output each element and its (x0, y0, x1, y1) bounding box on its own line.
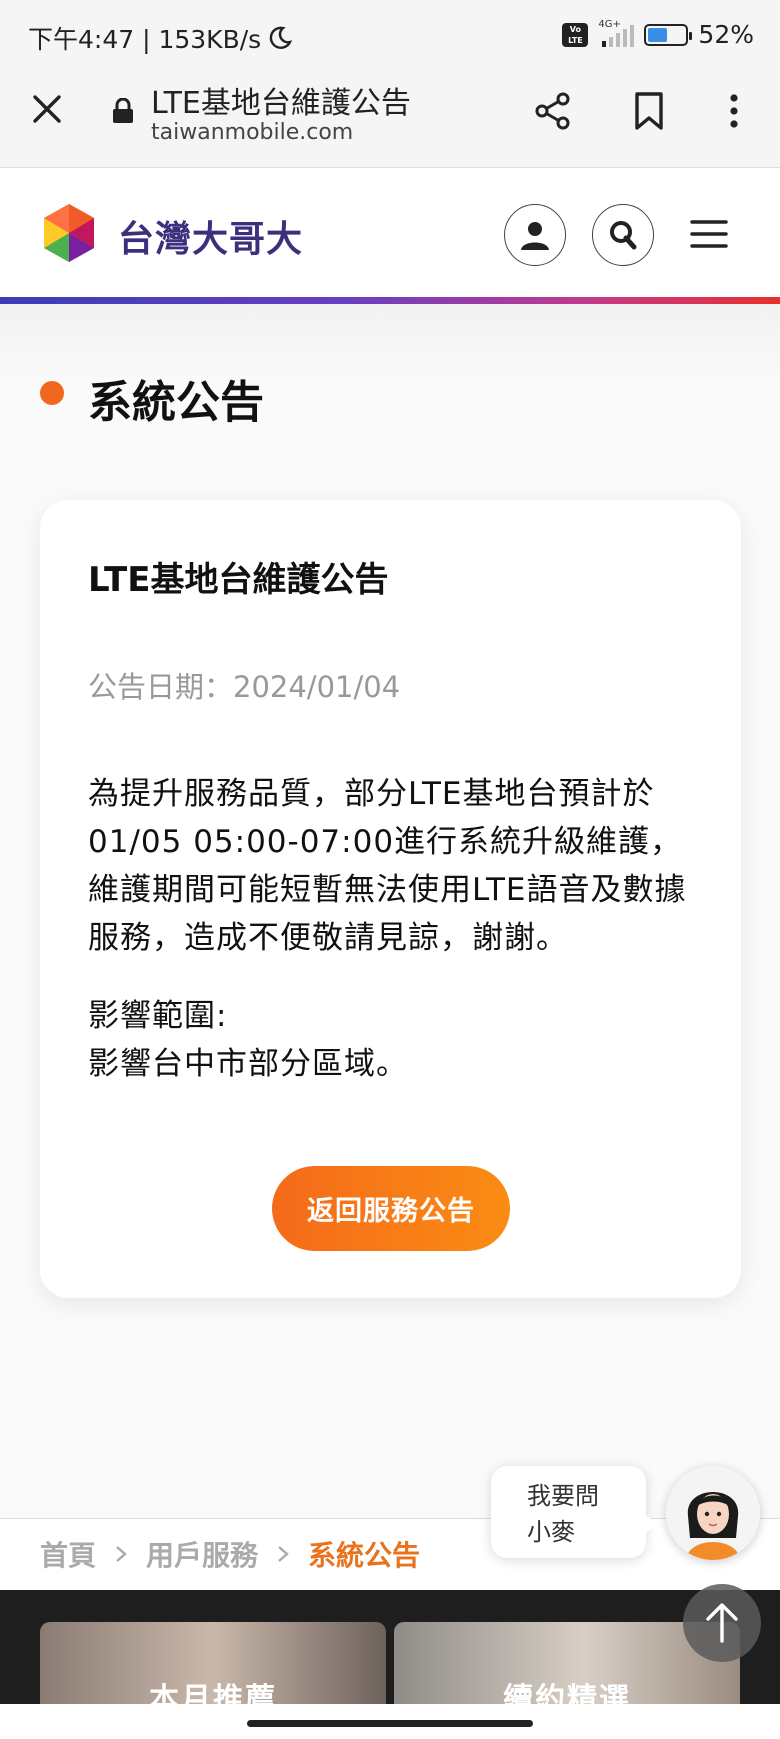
back-to-top-button[interactable] (683, 1584, 761, 1662)
arrow-up-icon (706, 1603, 738, 1643)
chat-prompt-line2: 小麥 (527, 1518, 575, 1546)
browser-page-title[interactable]: LTE基地台維護公告 (151, 78, 411, 122)
battery-fill (648, 27, 668, 42)
browser-url[interactable]: taiwanmobile.com (151, 120, 353, 145)
browser-toolbar: LTE基地台維護公告 taiwanmobile.com (0, 70, 780, 168)
impact-range-text: 影響台中市部分區域。 (88, 1046, 408, 1082)
promo-label-renewal: 續約精選 (503, 1682, 631, 1704)
breadcrumb: 首頁 用戶服務 系統公告 (40, 1534, 420, 1574)
chat-prompt-bubble[interactable]: 我要問 小麥 (491, 1466, 658, 1558)
search-button[interactable] (592, 204, 654, 266)
do-not-disturb-icon (269, 26, 293, 49)
breadcrumb-divider (0, 1518, 780, 1519)
chevron-right-icon (116, 1546, 127, 1562)
section-title: 系統公告 (88, 377, 264, 428)
promo-card-monthly[interactable]: 本月推薦 (40, 1622, 386, 1704)
battery-percent: 52% (698, 20, 754, 49)
announcement-title: LTE基地台維護公告 (88, 560, 389, 600)
share-icon[interactable] (532, 90, 574, 132)
user-button[interactable] (504, 204, 566, 266)
status-right: Vo LTE 4G+ 52% (562, 19, 754, 49)
signal-icon: 4G+ (598, 19, 635, 47)
breadcrumb-current: 系統公告 (308, 1539, 421, 1572)
volte-icon: Vo LTE (562, 22, 589, 47)
breadcrumb-user-services[interactable]: 用戶服務 (146, 1534, 258, 1574)
site-header: 台灣大哥大 (0, 168, 780, 297)
menu-icon[interactable] (689, 217, 729, 251)
impact-range-label: 影響範圍: (88, 998, 228, 1034)
status-time-speed: 下午4:47 | 153KB/s (28, 25, 262, 54)
brand-name[interactable]: 台灣大哥大 (118, 210, 303, 262)
status-left: 下午4:47 | 153KB/s (28, 20, 293, 56)
promo-label-monthly: 本月推薦 (149, 1682, 277, 1704)
lock-icon (113, 98, 133, 123)
status-bar: 下午4:47 | 153KB/s Vo LTE 4G+ 52% (0, 0, 780, 70)
impact-range: 影響範圍: 影響台中市部分區域。 (88, 992, 698, 1088)
home-gesture-bar[interactable] (247, 1720, 533, 1727)
chat-assistant-avatar[interactable] (666, 1466, 760, 1560)
announcement-body: 為提升服務品質，部分LTE基地台預計於01/05 05:00-07:00進行系統… (88, 776, 687, 956)
system-nav-bar (0, 1704, 780, 1739)
breadcrumb-home[interactable]: 首頁 (40, 1534, 96, 1574)
back-to-announcements-button[interactable]: 返回服務公告 (272, 1166, 510, 1251)
user-icon (521, 222, 549, 250)
assistant-avatar-icon (666, 1466, 760, 1560)
header-gradient-bar (0, 297, 780, 304)
bookmark-icon[interactable] (628, 90, 670, 132)
announcement-date: 公告日期：2024/01/04 (88, 670, 401, 704)
chat-prompt-line1: 我要問 (527, 1482, 599, 1510)
footer-promos: 本月推薦 續約精選 (0, 1590, 780, 1704)
more-vert-icon[interactable] (713, 90, 755, 132)
search-icon (610, 221, 637, 250)
close-icon[interactable] (30, 92, 64, 126)
announcement-card: LTE基地台維護公告 公告日期：2024/01/04 為提升服務品質，部分LTE… (40, 500, 741, 1298)
battery-icon (644, 23, 693, 46)
brand-logo-icon[interactable] (38, 202, 100, 264)
chevron-right-icon (278, 1546, 289, 1562)
section-bullet (40, 381, 64, 405)
network-label: 4G+ (598, 18, 621, 30)
